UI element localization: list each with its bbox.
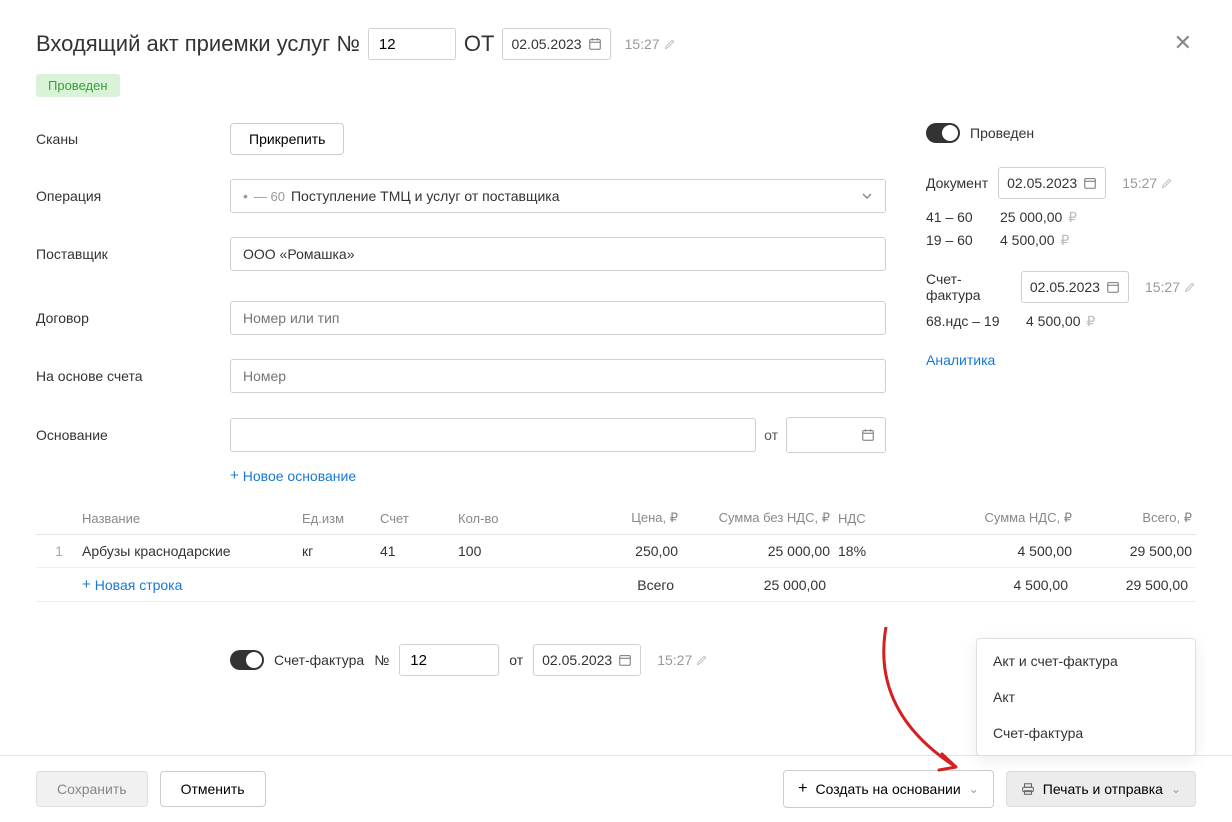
invoice-section-date-input[interactable]: 02.05.2023 [533, 644, 641, 676]
document-label: Документ [926, 175, 988, 191]
document-date-input[interactable]: 02.05.2023 [998, 167, 1106, 199]
based-on-invoice-input[interactable] [230, 359, 886, 393]
calendar-icon [588, 37, 602, 51]
invoice-label: Счет-фактура [926, 271, 1011, 303]
supplier-label: Поставщик [36, 246, 230, 262]
pencil-icon [1184, 281, 1196, 293]
invoice-toggle[interactable] [230, 650, 264, 670]
calendar-icon [861, 428, 875, 442]
invoice-number-input[interactable] [399, 644, 499, 676]
invoice-num-label: № [374, 652, 389, 668]
new-basis-link[interactable]: + Новое основание [230, 467, 356, 484]
accounting-entry: 19 – 60 4 500,00 ₽ [926, 232, 1196, 249]
basis-date-input[interactable] [786, 417, 886, 453]
totals-total: 29 500,00 [1076, 577, 1196, 593]
chevron-down-icon: ⌄ [1171, 782, 1181, 796]
doc-number-input[interactable] [368, 28, 456, 60]
pencil-icon [1161, 177, 1173, 189]
title-prefix: Входящий акт приемки услуг № [36, 31, 360, 57]
invoice-section-time[interactable]: 15:27 [657, 652, 708, 668]
close-button[interactable]: ✕ [1174, 32, 1192, 54]
table-row[interactable]: 1 Арбузы краснодарские кг 41 100 250,00 … [36, 535, 1196, 568]
posted-toggle-label: Проведен [970, 125, 1034, 141]
basis-label: Основание [36, 427, 230, 443]
accounting-entry: 41 – 60 25 000,00 ₽ [926, 209, 1196, 226]
doc-time[interactable]: 15:27 [625, 36, 676, 52]
print-menu-item[interactable]: Счет-фактура [977, 715, 1195, 751]
invoice-date-input[interactable]: 02.05.2023 [1021, 271, 1129, 303]
basis-input[interactable] [230, 418, 756, 452]
document-time[interactable]: 15:27 [1122, 175, 1173, 191]
from-label: ОТ [464, 31, 495, 57]
doc-date-input[interactable]: 02.05.2023 [502, 28, 610, 60]
plus-icon: + [798, 780, 807, 798]
operation-code: — 60 [254, 189, 285, 204]
contract-label: Договор [36, 310, 230, 326]
calendar-icon [618, 653, 632, 667]
invoice-from-label: от [509, 652, 523, 668]
invoice-section-label: Счет-фактура [274, 652, 364, 668]
operation-label: Операция [36, 188, 230, 204]
print-dropdown-menu: Акт и счет-фактура Акт Счет-фактура [976, 638, 1196, 756]
status-badge: Проведен [36, 74, 120, 97]
calendar-icon [1106, 280, 1120, 294]
save-button[interactable]: Сохранить [36, 771, 148, 807]
table-header: Название Ед.изм Счет Кол-во Цена, ₽ Сумм… [36, 502, 1196, 535]
basis-from-label: от [764, 427, 778, 443]
based-on-invoice-label: На основе счета [36, 368, 230, 384]
totals-sum-vat: 4 500,00 [914, 577, 1076, 593]
supplier-select[interactable]: ООО «Ромашка» [230, 237, 886, 271]
print-send-button[interactable]: Печать и отправка ⌄ [1006, 771, 1196, 807]
posted-toggle[interactable] [926, 123, 960, 143]
chevron-down-icon [861, 190, 873, 202]
cancel-button[interactable]: Отменить [160, 771, 266, 807]
accounting-entry: 68.ндс – 19 4 500,00 ₽ [926, 313, 1196, 330]
operation-select[interactable]: • — 60 Поступление ТМЦ и услуг от постав… [230, 179, 886, 213]
analytics-link[interactable]: Аналитика [926, 352, 995, 368]
document-header: Входящий акт приемки услуг № ОТ 02.05.20… [36, 28, 1196, 60]
scans-label: Сканы [36, 131, 230, 147]
totals-sum-no-vat: 25 000,00 [682, 577, 834, 593]
printer-icon [1021, 782, 1035, 796]
add-row-link[interactable]: + Новая строка [82, 576, 182, 593]
invoice-time[interactable]: 15:27 [1145, 279, 1196, 295]
pencil-icon [664, 38, 676, 50]
plus-icon: + [82, 576, 91, 593]
plus-icon: + [230, 467, 239, 484]
print-menu-item[interactable]: Акт [977, 679, 1195, 715]
calendar-icon [1083, 176, 1097, 190]
totals-label: Всего [542, 577, 682, 593]
chevron-down-icon: ⌄ [969, 782, 979, 796]
contract-input[interactable] [230, 301, 886, 335]
attach-button[interactable]: Прикрепить [230, 123, 344, 155]
operation-text: Поступление ТМЦ и услуг от поставщика [291, 188, 560, 204]
pencil-icon [696, 654, 708, 666]
items-table: Название Ед.изм Счет Кол-во Цена, ₽ Сумм… [36, 502, 1196, 602]
footer-bar: Сохранить Отменить + Создать на основани… [0, 755, 1232, 822]
print-menu-item[interactable]: Акт и счет-фактура [977, 643, 1195, 679]
create-based-button[interactable]: + Создать на основании ⌄ [783, 770, 994, 808]
